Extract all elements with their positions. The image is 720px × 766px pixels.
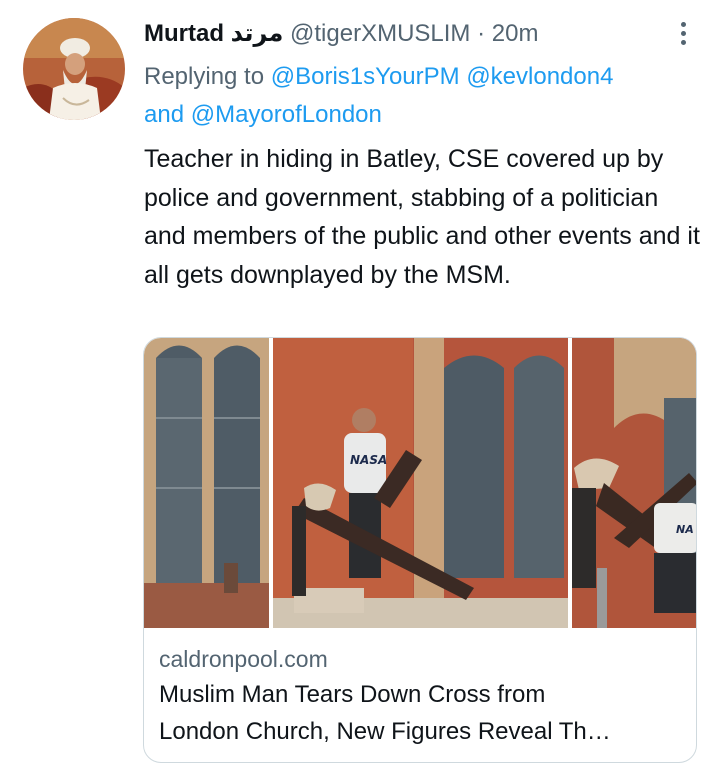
mention-link[interactable]: @kevlondon4	[466, 63, 613, 90]
header-separator: ·	[477, 20, 486, 47]
tweet-timestamp[interactable]: 20m	[492, 20, 539, 47]
display-name[interactable]: Murtad	[144, 20, 224, 47]
replying-to: Replying to @Boris1sYourPM @kevlondon4 a…	[144, 58, 704, 134]
link-card-image[interactable]: NASA NA	[144, 338, 696, 628]
photo-panel-2: NASA	[273, 338, 568, 628]
avatar[interactable]	[23, 18, 125, 120]
mention-link[interactable]: @MayorofLondon	[191, 101, 382, 128]
photo-panel-3: NA	[572, 338, 696, 628]
church-photo-strip: NASA NA	[144, 338, 696, 628]
display-name-arabic[interactable]: مرتد	[231, 20, 284, 47]
shirt-text-partial: NA	[676, 523, 694, 536]
tweet-text: Teacher in hiding in Batley, CSE covered…	[144, 145, 700, 289]
replying-prefix: Replying to	[144, 63, 265, 90]
user-handle[interactable]: @tigerXMUSLIM	[290, 20, 470, 47]
mention-link[interactable]: @Boris1sYourPM	[271, 63, 460, 90]
link-card-domain: caldronpool.com	[159, 646, 328, 672]
link-card[interactable]: NASA NA caldronpool.com Muslim Man Tears…	[143, 337, 697, 763]
tweet-header: Murtad مرتد @tigerXMUSLIM · 20m	[144, 18, 538, 50]
link-card-meta[interactable]: caldronpool.com Muslim Man Tears Down Cr…	[159, 642, 684, 750]
avatar-image	[23, 18, 125, 120]
more-horizontal-icon[interactable]	[668, 16, 698, 50]
shirt-text: NASA	[350, 453, 387, 467]
link-card-title-line-2: London Church, New Figures Reveal Th…	[159, 718, 611, 745]
link-card-title-line-1: Muslim Man Tears Down Cross from	[159, 681, 546, 708]
mention-joiner[interactable]: and	[144, 101, 184, 128]
photo-panel-1	[144, 338, 269, 628]
